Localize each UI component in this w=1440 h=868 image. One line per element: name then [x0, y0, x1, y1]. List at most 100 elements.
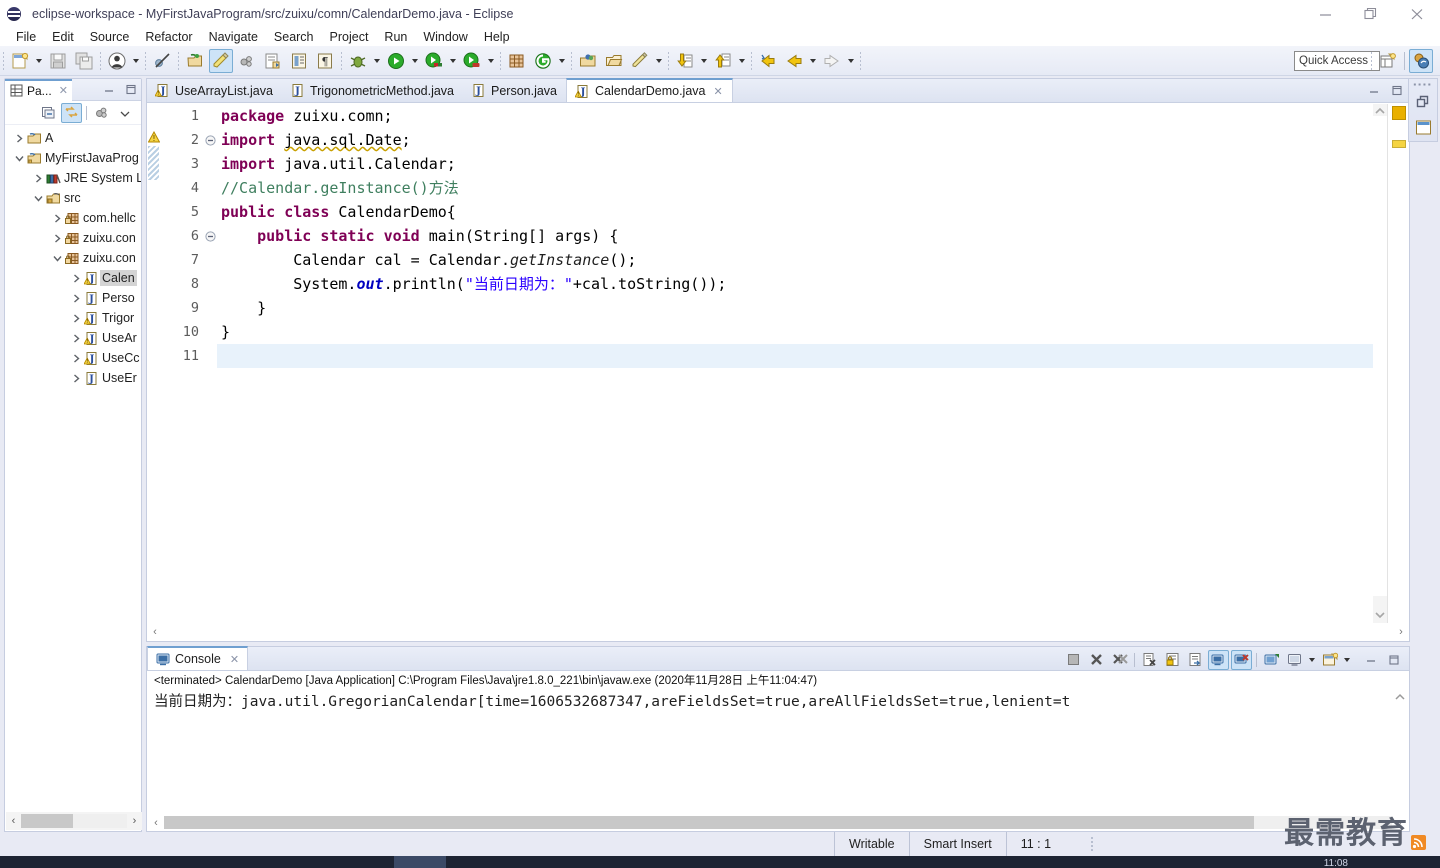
hscroll-track[interactable] — [163, 625, 1393, 639]
hscroll-track[interactable] — [21, 814, 127, 828]
new-wizard-button[interactable] — [8, 49, 32, 73]
toggle-markoccurrences-button[interactable] — [209, 48, 233, 73]
package-explorer-tab[interactable]: Pa... ✕ — [5, 78, 72, 101]
minimize-icon[interactable] — [103, 83, 115, 95]
menu-refactor[interactable]: Refactor — [137, 29, 200, 45]
run-button[interactable] — [384, 49, 408, 73]
close-icon[interactable]: ✕ — [59, 84, 68, 97]
code-line[interactable]: import java.util.Calendar; — [217, 152, 1373, 176]
drag-handle-dots[interactable]: ▪▪▪▪ — [1413, 81, 1432, 89]
menu-window[interactable]: Window — [415, 29, 475, 45]
code-line[interactable]: package zuixu.comn; — [217, 104, 1373, 128]
tree-item-jre-system-l[interactable]: JRE System L — [5, 168, 141, 188]
user-dropdown-icon[interactable] — [130, 49, 142, 73]
debug-dropdown-icon[interactable] — [371, 49, 383, 73]
new-wizard-dropdown-icon[interactable] — [33, 49, 45, 73]
restore-icon[interactable] — [1348, 0, 1394, 28]
menu-file[interactable]: File — [8, 29, 44, 45]
maximize-icon[interactable] — [1383, 650, 1404, 670]
chevron-down-icon[interactable] — [51, 254, 64, 263]
close-icon[interactable]: ✕ — [230, 653, 239, 666]
scroll-lock-button[interactable] — [1162, 650, 1183, 670]
scroll-down-arrow-icon[interactable] — [1375, 611, 1385, 619]
user-button[interactable] — [105, 49, 129, 73]
outline-view-icon[interactable] — [1412, 116, 1434, 138]
tree-item-myfirstjavaprog[interactable]: MyFirstJavaProg — [5, 148, 141, 168]
menu-edit[interactable]: Edit — [44, 29, 82, 45]
new-java-package-button[interactable] — [235, 49, 259, 73]
editor-hscrollbar[interactable]: ‹ › — [147, 623, 1409, 641]
scroll-up-arrow-icon[interactable] — [1375, 107, 1385, 115]
package-explorer-hscrollbar[interactable]: ‹ › — [6, 812, 142, 830]
restore-view-icon[interactable] — [1412, 91, 1434, 113]
scroll-right-arrow-icon[interactable]: › — [127, 815, 142, 827]
code-line[interactable]: System.out.println("当前日期为："+cal.toString… — [217, 272, 1373, 296]
remove-all-terminated-button[interactable] — [1109, 650, 1130, 670]
status-resize-handle[interactable] — [1091, 837, 1094, 851]
open-console-dropdown-icon[interactable] — [1341, 648, 1353, 672]
tree-item-calen[interactable]: J! Calen — [5, 268, 141, 288]
chevron-right-icon[interactable] — [32, 173, 45, 183]
terminate-button[interactable] — [1063, 650, 1084, 670]
forward-dropdown-icon[interactable] — [845, 49, 857, 73]
hscroll-thumb[interactable] — [164, 816, 1254, 829]
console-output-text[interactable]: 当前日期为：java.util.GregorianCalendar[time=1… — [148, 691, 1393, 815]
chevron-right-icon[interactable] — [70, 313, 83, 323]
pin-console-button[interactable] — [1261, 650, 1282, 670]
chevron-right-icon[interactable] — [70, 273, 83, 283]
open-type-button[interactable] — [261, 49, 285, 73]
close-icon[interactable]: ✕ — [714, 85, 723, 98]
code-line[interactable]: } — [217, 320, 1373, 344]
console-vscrollbar[interactable] — [1393, 691, 1408, 815]
show-console-on-error-button[interactable] — [1231, 649, 1252, 670]
editor-tab-trigonometricmethod[interactable]: J TrigonometricMethod.java — [282, 79, 463, 102]
chevron-right-icon[interactable] — [51, 213, 64, 223]
upload-dropdown-icon[interactable] — [736, 49, 748, 73]
tree-item-usecc[interactable]: J! UseCc — [5, 348, 141, 368]
outline-button[interactable] — [287, 49, 311, 73]
fold-collapse-icon[interactable] — [203, 128, 217, 152]
display-console-dropdown-icon[interactable] — [1306, 648, 1318, 672]
chevron-down-icon[interactable] — [114, 103, 135, 123]
focus-task-button[interactable] — [91, 103, 112, 123]
scroll-up-arrow-icon[interactable] — [1395, 693, 1405, 701]
back-button[interactable] — [756, 49, 780, 73]
tree-item-zuixu-con[interactable]: zuixu.con — [5, 248, 141, 268]
collapse-all-button[interactable] — [38, 103, 59, 123]
minimize-icon[interactable] — [1368, 84, 1380, 96]
remove-launch-button[interactable] — [1086, 650, 1107, 670]
chevron-right-icon[interactable] — [13, 133, 26, 143]
tree-item-perso[interactable]: J Perso — [5, 288, 141, 308]
maximize-icon[interactable] — [1391, 84, 1403, 96]
scroll-left-arrow-icon[interactable]: ‹ — [147, 626, 163, 638]
save-button[interactable] — [46, 49, 70, 73]
previous-dropdown-icon[interactable] — [807, 49, 819, 73]
menu-navigate[interactable]: Navigate — [201, 29, 266, 45]
editor-tab-usearraylist[interactable]: J! UseArrayList.java — [147, 79, 282, 102]
tree-item-useer[interactable]: J UseEr — [5, 368, 141, 388]
upload-button[interactable] — [711, 49, 735, 73]
download-button[interactable] — [673, 49, 697, 73]
previous-button[interactable] — [782, 49, 806, 73]
menu-help[interactable]: Help — [476, 29, 518, 45]
minimize-icon[interactable] — [1360, 650, 1381, 670]
menu-source[interactable]: Source — [82, 29, 138, 45]
pilcrow-button[interactable]: ¶ — [313, 49, 337, 73]
open-folder-button[interactable] — [602, 49, 626, 73]
code-line[interactable] — [217, 344, 1373, 368]
taskbar-eclipse-item[interactable] — [394, 856, 446, 868]
overview-squiggle-marker[interactable] — [1392, 140, 1406, 148]
annotation-ruler[interactable]: ! — [147, 104, 161, 623]
hscroll-track[interactable] — [164, 816, 1392, 829]
close-icon[interactable] — [1394, 0, 1440, 28]
new-java-project-button[interactable] — [183, 49, 207, 73]
java-perspective-button[interactable] — [1409, 49, 1433, 73]
code-text[interactable]: package zuixu.comn; import java.sql.Date;… — [217, 104, 1373, 623]
menu-search[interactable]: Search — [266, 29, 322, 45]
minimize-icon[interactable] — [1302, 0, 1348, 28]
debug-button[interactable] — [346, 49, 370, 73]
menu-run[interactable]: Run — [376, 29, 415, 45]
open-console-button[interactable] — [1319, 650, 1340, 670]
tree-item-com-hellc[interactable]: com.hellc — [5, 208, 141, 228]
tree-item-src[interactable]: src — [5, 188, 141, 208]
